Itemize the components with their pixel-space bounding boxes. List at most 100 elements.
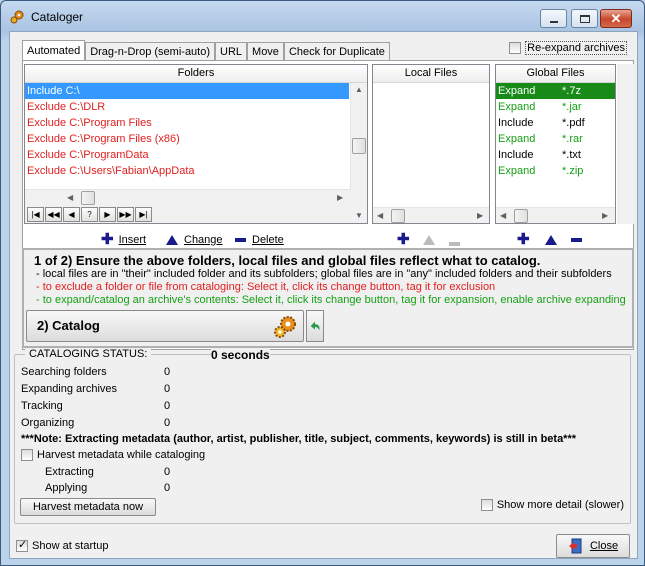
cataloging-status-group: CATALOGING STATUS: 0 seconds Searching f… — [14, 348, 631, 524]
scroll-left-icon[interactable]: ◀ — [500, 211, 506, 220]
catalog-button[interactable]: 2) Catalog — [26, 310, 304, 342]
harvest-checkbox[interactable]: Harvest metadata while cataloging — [21, 449, 205, 461]
harvest-now-button[interactable]: Harvest metadata now — [20, 498, 156, 516]
global-vscroll[interactable] — [617, 64, 634, 224]
scroll-right-icon[interactable]: ▶ — [477, 211, 483, 220]
global-file-pattern: *.txt — [562, 149, 581, 161]
show-at-startup-checkbox[interactable]: Show at startup — [16, 538, 109, 552]
prev-record-button[interactable]: ◀ — [63, 207, 80, 222]
global-file-row[interactable]: Include *.txt — [496, 147, 615, 163]
global-file-row[interactable]: Expand *.jar — [496, 99, 615, 115]
global-file-row[interactable]: Expand *.zip — [496, 163, 615, 179]
minimize-button[interactable] — [540, 9, 567, 28]
global-file-row[interactable]: Include *.pdf — [496, 115, 615, 131]
global-file-action: Expand — [498, 101, 536, 113]
insert-button[interactable]: ✚ Insert — [101, 231, 146, 249]
folder-row[interactable]: Exclude C:\Program Files (x86) — [25, 131, 349, 147]
undo-button[interactable] — [306, 310, 324, 342]
status-value: 0 — [164, 417, 171, 429]
global-insert-button[interactable]: ✚ — [517, 231, 535, 249]
prev-page-button[interactable]: ◀◀ — [45, 207, 62, 222]
close-button[interactable]: Close — [556, 534, 630, 558]
global-file-action: Include — [498, 117, 534, 129]
global-files-header[interactable]: Global Files — [496, 65, 615, 83]
change-triangle-icon — [423, 235, 435, 245]
plus-icon: ✚ — [397, 231, 410, 248]
folder-rows: Include C:\ Exclude C:\DLR Exclude C:\Prog… — [25, 83, 367, 179]
global-file-pattern: *.7z — [562, 85, 581, 97]
scroll-thumb[interactable] — [391, 209, 405, 223]
status-value: 0 — [164, 400, 171, 412]
gears-app-icon — [10, 10, 24, 24]
tab-check-duplicate[interactable]: Check for Duplicate — [283, 42, 390, 61]
tab-url[interactable]: URL — [215, 42, 248, 61]
plus-icon: ✚ — [101, 231, 114, 248]
scroll-right-icon[interactable]: ▶ — [602, 211, 608, 220]
show-more-detail-checkbox[interactable]: Show more detail (slower) — [480, 499, 624, 511]
close-window-button[interactable]: ✕ — [600, 9, 632, 28]
close-label: Close — [589, 540, 619, 552]
scroll-right-icon[interactable]: ▶ — [337, 193, 343, 202]
global-hscroll[interactable]: ◀ ▶ — [496, 207, 615, 223]
checkbox-box[interactable] — [509, 42, 522, 54]
folder-row[interactable]: Exclude C:\ProgramData — [25, 147, 349, 163]
applying-label: Applying — [45, 482, 88, 494]
global-change-button[interactable] — [545, 231, 563, 249]
checkbox-box[interactable] — [480, 499, 493, 511]
folder-row[interactable]: Exclude C:\Program Files — [25, 115, 349, 131]
show-at-startup-label: Show at startup — [32, 540, 109, 552]
maximize-icon — [579, 14, 590, 23]
show-more-label: Show more detail (slower) — [496, 499, 624, 511]
local-files-list[interactable]: Local Files ◀ ▶ — [372, 64, 490, 224]
scroll-thumb[interactable] — [81, 191, 95, 205]
tab-move[interactable]: Move — [247, 42, 284, 61]
tab-automated[interactable]: Automated — [22, 40, 86, 61]
next-record-button[interactable]: ▶ — [99, 207, 116, 222]
scroll-left-icon[interactable]: ◀ — [67, 193, 73, 202]
checkbox-box[interactable] — [21, 449, 33, 461]
scroll-down-icon[interactable]: ▼ — [355, 211, 363, 220]
scroll-thumb[interactable] — [514, 209, 528, 223]
local-insert-button[interactable]: ✚ — [397, 231, 415, 249]
folder-row[interactable]: Exclude C:\Users\Fabian\AppData — [25, 163, 349, 179]
local-hscroll[interactable]: ◀ ▶ — [373, 207, 489, 223]
tab-drag-n-drop[interactable]: Drag-n-Drop (semi-auto) — [85, 42, 216, 61]
local-change-button[interactable] — [423, 231, 441, 249]
reexpand-archives-checkbox[interactable]: Re-expand archives — [509, 41, 627, 55]
last-record-button[interactable]: ▶| — [135, 207, 152, 222]
folders-header[interactable]: Folders — [25, 65, 367, 83]
minimize-icon — [549, 20, 558, 23]
folders-vscroll[interactable]: ▲ ▼ — [350, 83, 367, 223]
global-files-list[interactable]: Global Files Expand *.7z Expand *.jar Includ… — [495, 64, 616, 224]
scroll-thumb[interactable] — [352, 138, 366, 154]
client-area: Automated Drag-n-Drop (semi-auto) URL Mo… — [9, 31, 638, 559]
maximize-button[interactable] — [571, 9, 598, 28]
instructions-line-3: - to expand/catalog an archive's content… — [36, 294, 626, 306]
close-icon: ✕ — [610, 10, 622, 26]
folder-row[interactable]: Exclude C:\DLR — [25, 99, 349, 115]
global-rows: Expand *.7z Expand *.jar Include *.pdf Expand *… — [496, 83, 615, 179]
global-file-row[interactable]: Expand *.7z — [496, 83, 615, 99]
status-value: 0 — [164, 383, 171, 395]
harvest-checkbox-label: Harvest metadata while cataloging — [37, 449, 206, 461]
first-record-button[interactable]: |◀ — [27, 207, 44, 222]
tab-strip: Automated Drag-n-Drop (semi-auto) URL Mo… — [22, 40, 390, 61]
scroll-left-icon[interactable]: ◀ — [377, 211, 383, 220]
folder-row[interactable]: Include C:\ — [25, 83, 349, 99]
global-delete-button[interactable] — [571, 231, 588, 249]
folders-hscroll[interactable]: ◀ ▶ — [25, 189, 351, 206]
instructions-heading: 1 of 2) Ensure the above folders, local … — [34, 253, 541, 268]
folders-list[interactable]: Folders Include C:\ Exclude C:\DLR Exclude… — [24, 64, 368, 224]
help-button[interactable]: ? — [81, 207, 98, 222]
next-page-button[interactable]: ▶▶ — [117, 207, 134, 222]
delete-button[interactable]: Delete — [235, 231, 284, 249]
global-file-row[interactable]: Expand *.rar — [496, 131, 615, 147]
applying-value: 0 — [164, 482, 171, 494]
global-file-action: Include — [498, 149, 534, 161]
change-button[interactable]: Change — [166, 231, 223, 249]
minus-icon — [449, 242, 460, 246]
title-bar[interactable]: Cataloger ✕ — [1, 1, 644, 31]
scroll-up-icon[interactable]: ▲ — [355, 85, 363, 94]
local-files-header[interactable]: Local Files — [373, 65, 489, 83]
checkbox-box[interactable] — [16, 538, 28, 552]
